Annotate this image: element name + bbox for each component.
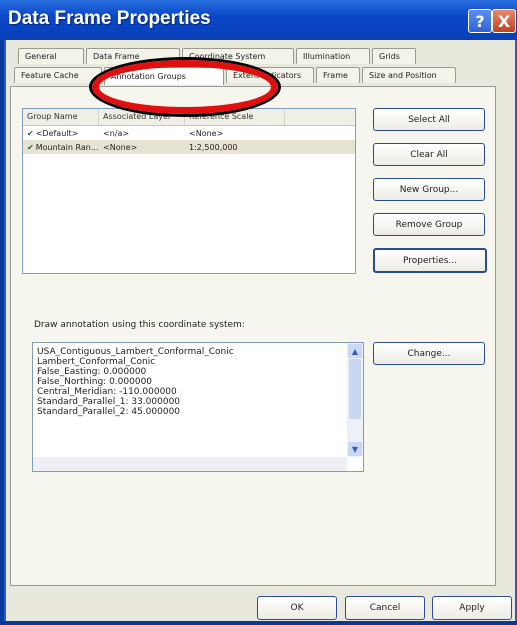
coordinate-line: Standard_Parallel_2: 45.000000	[37, 407, 181, 417]
apply-button[interactable]: Apply	[432, 596, 512, 620]
coordinate-system-text[interactable]: USA_Contiguous_Lambert_Conformal_Conic L…	[32, 342, 364, 472]
column-header-group-name[interactable]: Group Name	[23, 109, 99, 125]
checkbox-icon[interactable]: ✔	[27, 129, 34, 138]
properties-button[interactable]: Properties...	[373, 248, 487, 273]
reference-scale: 1:2,500,000	[189, 142, 238, 152]
tab-grids[interactable]: Grids	[372, 48, 416, 64]
scroll-up-icon[interactable]: ▲	[348, 344, 362, 358]
clear-all-button[interactable]: Clear All	[373, 143, 485, 166]
associated-layer: <n/a>	[103, 128, 130, 138]
reference-scale: <None>	[189, 128, 224, 138]
coordinate-system-label: Draw annotation using this coordinate sy…	[34, 320, 245, 330]
coordinate-line: False_Easting: 0.000000	[37, 367, 147, 377]
coordinate-line: False_Northing: 0.000000	[37, 377, 153, 387]
tab-general[interactable]: General	[18, 48, 84, 64]
change-button[interactable]: Change...	[373, 342, 485, 365]
scroll-down-icon[interactable]: ▼	[348, 442, 362, 456]
highlight-circle-annotation	[92, 60, 278, 114]
vertical-scrollbar[interactable]: ▲ ▼	[347, 343, 363, 457]
help-button[interactable]: ?	[468, 9, 492, 33]
coordinate-line: Standard_Parallel_1: 33.000000	[37, 397, 181, 407]
horizontal-scrollbar[interactable]	[33, 457, 347, 471]
ok-button[interactable]: OK	[257, 596, 337, 620]
cancel-button[interactable]: Cancel	[345, 596, 425, 620]
checkbox-icon[interactable]: ✔	[27, 143, 34, 152]
dialog-window: Data Frame Properties ? X General Data F…	[0, 0, 517, 625]
annotation-groups-list[interactable]: Group Name Associated Layer Reference Sc…	[22, 108, 356, 274]
dialog-title: Data Frame Properties	[8, 8, 211, 29]
group-name: <Default>	[35, 128, 79, 138]
tab-frame[interactable]: Frame	[316, 67, 360, 83]
associated-layer: <None>	[103, 142, 138, 152]
group-name: Mountain Ran...	[35, 142, 99, 152]
close-button[interactable]: X	[492, 9, 516, 33]
list-item[interactable]: ✔ <Default> <n/a> <None>	[23, 126, 355, 140]
title-bar[interactable]: Data Frame Properties ? X	[0, 0, 517, 40]
new-group-button[interactable]: New Group...	[373, 178, 485, 201]
coordinate-line: Lambert_Conformal_Conic	[37, 357, 156, 367]
tab-size-and-position[interactable]: Size and Position	[362, 67, 456, 83]
select-all-button[interactable]: Select All	[373, 108, 485, 131]
remove-group-button[interactable]: Remove Group	[373, 213, 485, 236]
coordinate-line: USA_Contiguous_Lambert_Conformal_Conic	[37, 347, 234, 357]
tab-feature-cache[interactable]: Feature Cache	[14, 67, 102, 83]
tab-illumination[interactable]: Illumination	[296, 48, 370, 64]
list-item[interactable]: ✔ Mountain Ran... <None> 1:2,500,000	[23, 140, 355, 154]
coordinate-line: Central_Meridian: -110.000000	[37, 387, 177, 397]
scroll-thumb[interactable]	[349, 359, 361, 419]
